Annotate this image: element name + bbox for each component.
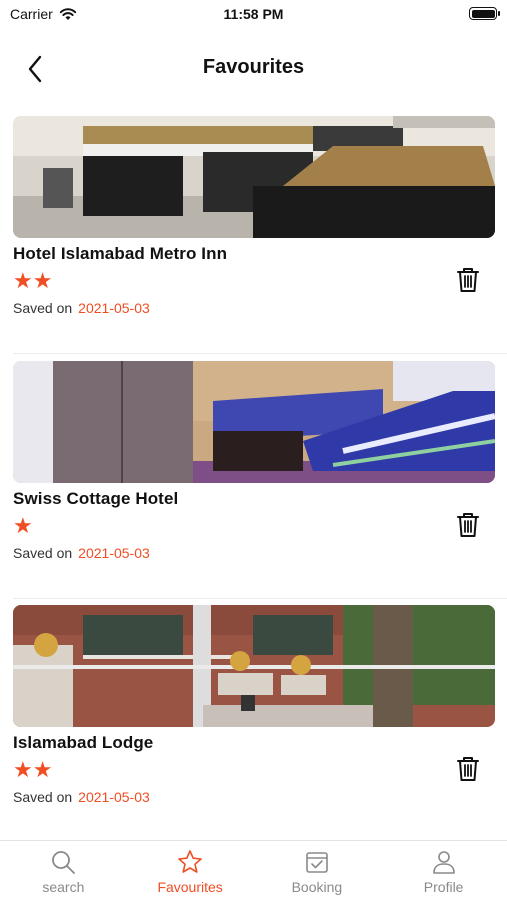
trash-icon[interactable] [455,755,481,783]
tab-label: Booking [291,879,343,895]
tab-label: search [42,879,85,895]
tab-profile[interactable]: Profile [380,841,507,900]
saved-date: 2021-05-03 [78,789,150,805]
tab-favourites[interactable]: Favourites [127,841,254,900]
tab-booking[interactable]: Booking [254,841,381,900]
hotel-name[interactable]: Swiss Cottage Hotel [13,489,495,509]
divider [13,353,507,354]
trash-icon[interactable] [455,266,481,294]
saved-date: 2021-05-03 [78,545,150,561]
battery-icon [469,7,500,20]
status-bar: Carrier 11:58 PM [0,0,507,30]
tab-label: Profile [423,879,464,895]
hotel-photo[interactable] [13,361,495,483]
favourite-card[interactable]: Islamabad Lodge ★★ Saved on 2021-05-03 [13,605,495,805]
saved-label: Saved on [13,300,73,316]
star-icon [178,850,202,873]
saved-info: Saved on 2021-05-03 [13,545,495,561]
saved-label: Saved on [13,545,73,561]
saved-info: Saved on 2021-05-03 [13,300,495,316]
bottom-tab-bar: search Favourites Booking Profile [0,840,507,900]
saved-label: Saved on [13,789,73,805]
saved-info: Saved on 2021-05-03 [13,789,495,805]
tab-search[interactable]: search [0,841,127,900]
page-title: Favourites [202,56,305,78]
person-icon [432,851,455,874]
rating-stars: ★★ [13,757,53,782]
rating-stars: ★ [13,513,33,538]
nav-header: Favourites [0,40,507,96]
trash-icon[interactable] [455,511,481,539]
hotel-name[interactable]: Islamabad Lodge [13,733,495,753]
hotel-photo[interactable] [13,605,495,727]
search-icon [52,851,76,874]
hotel-name[interactable]: Hotel Islamabad Metro Inn [13,244,495,264]
status-time: 11:58 PM [223,6,284,22]
favourite-card[interactable]: Hotel Islamabad Metro Inn ★★ Saved on 202… [13,116,495,316]
rating-stars: ★★ [13,268,53,293]
tab-label: Favourites [157,879,223,895]
favourite-card[interactable]: Swiss Cottage Hotel ★ Saved on 2021-05-03 [13,361,495,561]
divider [13,598,507,599]
hotel-photo[interactable] [13,116,495,238]
saved-date: 2021-05-03 [78,300,150,316]
calendar-check-icon [306,852,328,873]
